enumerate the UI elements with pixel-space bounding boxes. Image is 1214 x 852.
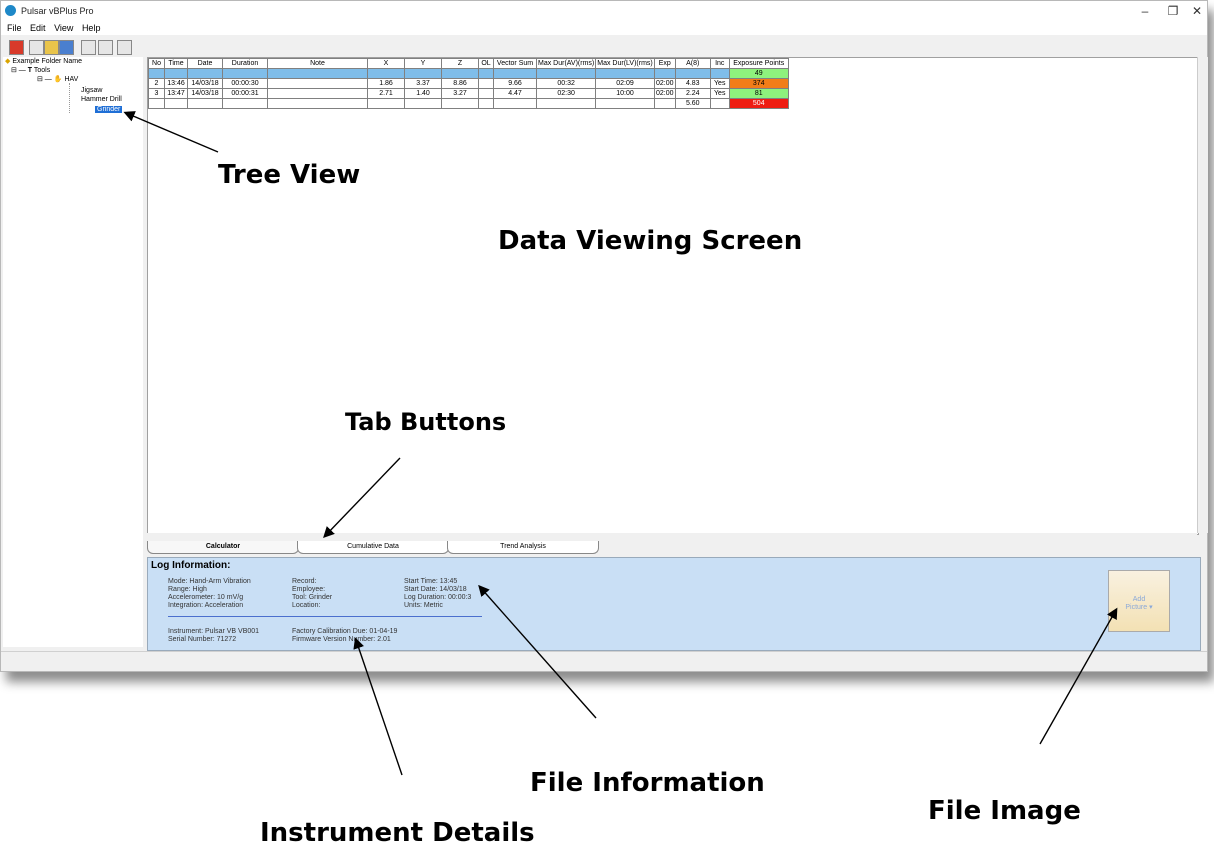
arrow-tree-view: [123, 111, 219, 153]
annotation-tree-view: Tree View: [218, 160, 361, 190]
arrow-file-image: [1039, 607, 1118, 745]
annotation-file-information: File Information: [530, 768, 765, 798]
arrow-instrument-details: [353, 637, 403, 776]
annotation-file-image: File Image: [928, 796, 1081, 826]
annotation-tab-buttons: Tab Buttons: [345, 408, 507, 436]
annotation-data-viewing-screen: Data Viewing Screen: [498, 226, 803, 256]
annotation-arrows: [123, 111, 1118, 776]
arrow-tab-buttons: [323, 457, 401, 539]
annotation-instrument-details: Instrument Details: [260, 818, 535, 848]
arrow-file-information: [478, 584, 597, 719]
